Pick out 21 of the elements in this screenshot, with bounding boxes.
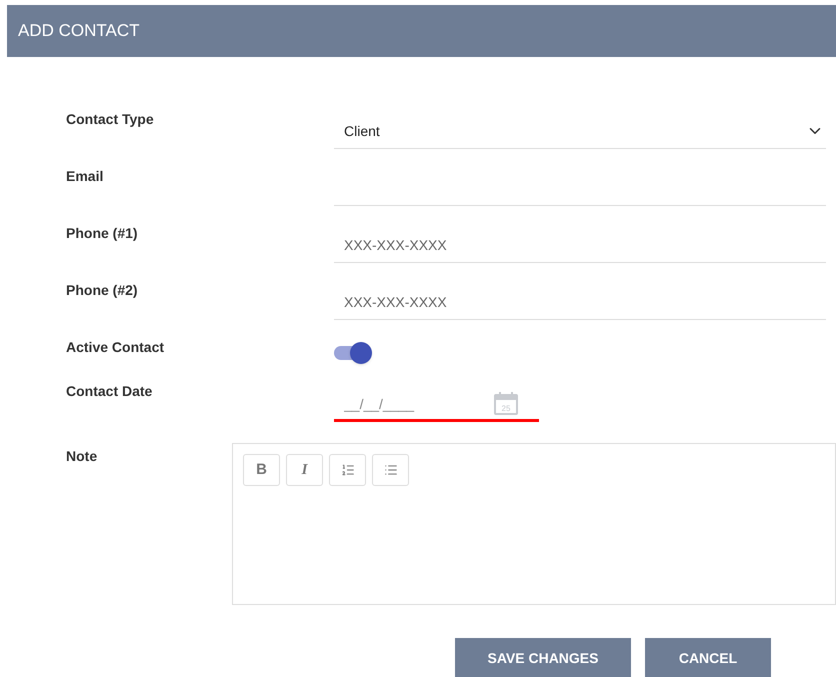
- note-label: Note: [66, 447, 98, 466]
- numbered-list-button[interactable]: [329, 454, 366, 486]
- field-label: Contact Date: [66, 382, 154, 401]
- toggle-switch[interactable]: [334, 342, 372, 364]
- italic-button[interactable]: I: [286, 454, 323, 486]
- contact-type-select[interactable]: Client: [334, 114, 826, 148]
- input-field[interactable]: XXX-XXX-XXXX: [334, 228, 826, 262]
- field-label: Contact Type: [66, 110, 155, 129]
- bold-button[interactable]: B: [243, 454, 280, 486]
- input-field[interactable]: XXX-XXX-XXXX: [334, 286, 826, 320]
- save-button[interactable]: SAVE CHANGES: [455, 638, 631, 677]
- field-label: Phone (#1): [66, 224, 139, 243]
- field-label: Email: [66, 167, 104, 186]
- cancel-button[interactable]: CANCEL: [645, 638, 771, 677]
- field-label: Active Contact: [66, 338, 166, 357]
- header-title: ADD CONTACT: [18, 20, 140, 42]
- note-editor[interactable]: B I: [232, 443, 836, 605]
- field-label: Phone (#2): [66, 281, 139, 300]
- bullet-list-icon: [384, 463, 398, 477]
- bullet-list-button[interactable]: [372, 454, 409, 486]
- numbered-list-icon: [340, 463, 354, 477]
